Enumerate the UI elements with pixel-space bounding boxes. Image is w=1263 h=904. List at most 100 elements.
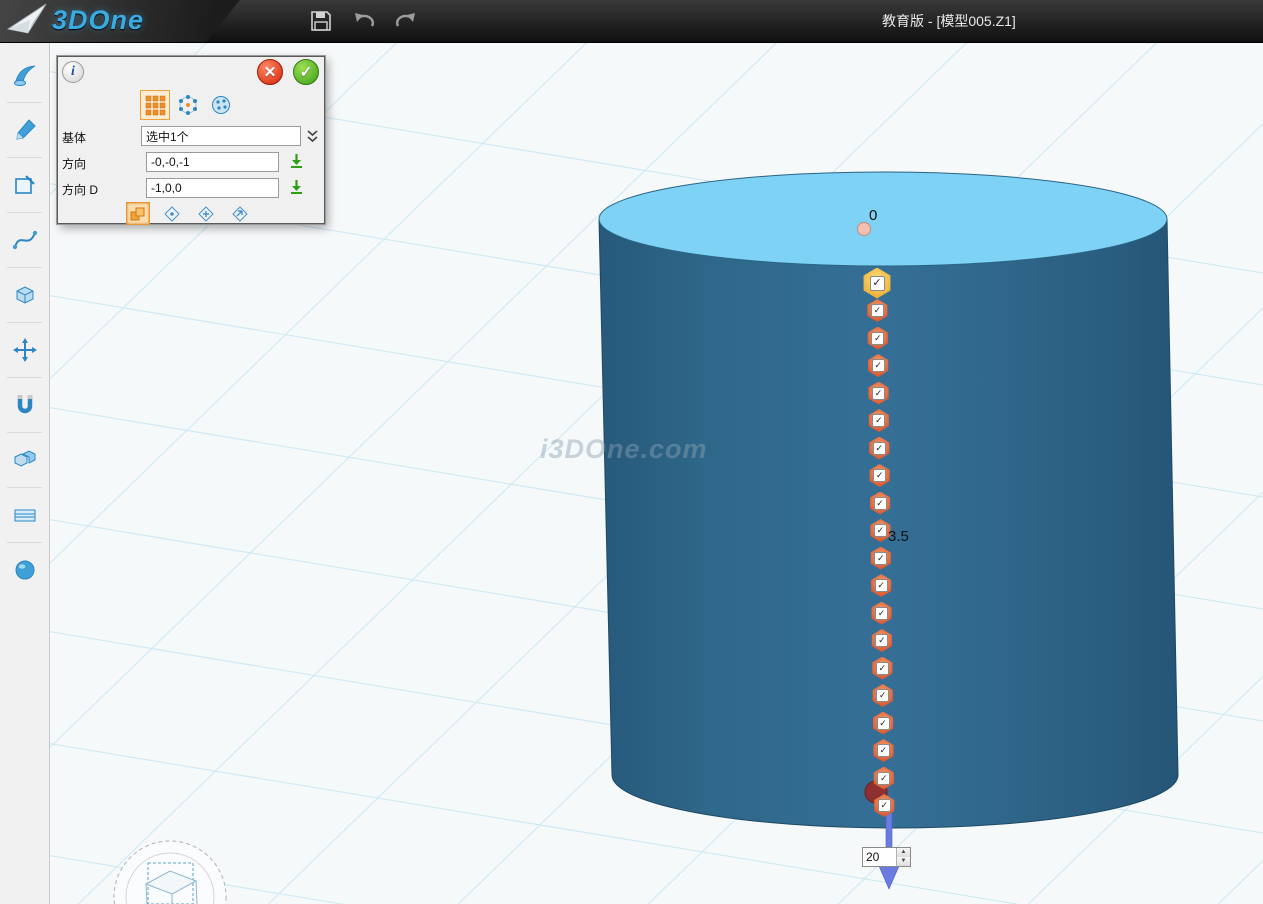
save-icon [309,9,333,33]
view-navigation-ball[interactable] [114,841,226,904]
direction2-input[interactable] [146,178,279,198]
spinner-down-button[interactable]: ▼ [897,857,910,866]
document-title: 教育版 - [模型005.Z1] [882,0,1016,42]
base-field-row: 基体 [58,123,324,149]
divider [7,157,42,158]
assembly-icon [12,447,38,473]
chevron-double-down-icon[interactable] [306,129,319,144]
geometry-pattern-button[interactable] [126,202,150,225]
instance-checkbox: ✓ [874,524,887,537]
pick-direction-icon[interactable] [289,153,304,169]
circular-pattern-icon [177,94,199,116]
cancel-button[interactable] [257,59,283,85]
divider [7,322,42,323]
count-spinner: ▲ ▼ [896,848,910,866]
linear-pattern-button[interactable] [140,90,170,120]
instance-checkbox: ✓ [871,304,884,317]
sidebar-tool-material[interactable] [0,547,49,593]
divider [7,267,42,268]
instance-checkbox: ✓ [877,772,890,785]
brush-icon [12,117,38,143]
sidebar-tool-sketch[interactable] [0,162,49,208]
cylinder-top-face[interactable] [599,172,1167,266]
dialog-footer-icons [126,202,252,225]
direction2-label: 方向 D [62,181,98,198]
instance-checkbox: ✓ [874,497,887,510]
sidebar-tool-brush[interactable] [0,107,49,153]
app-logo: 3DOne [6,2,144,38]
instance-checkbox: ✓ [877,744,890,757]
direction-field-row: 方向 [58,149,324,175]
instance-checkbox: ✓ [874,552,887,565]
base-label: 基体 [62,129,86,146]
sidebar-tool-surface[interactable] [0,52,49,98]
geometry-pattern-icon [129,205,147,223]
diamond-option-icon-1 [163,205,181,223]
move-icon [12,337,38,363]
circular-pattern-button[interactable] [173,90,203,120]
divider [7,432,42,433]
diamond-option-button-3[interactable] [228,202,252,225]
surface-icon [12,62,38,88]
instance-checkbox: ✓ [870,276,885,291]
section-icon [12,502,38,528]
cube-icon [12,282,38,308]
divider [7,102,42,103]
sidebar-tool-section[interactable] [0,492,49,538]
sidebar-tool-assembly[interactable] [0,437,49,483]
save-button[interactable] [306,6,336,36]
application-window: 3DOne 教育版 - [模型005.Z1] [0,0,1263,904]
undo-icon [351,9,377,33]
pick-direction2-icon[interactable] [289,179,304,195]
divider [7,542,42,543]
spinner-up-button[interactable]: ▲ [897,848,910,857]
direction-input[interactable] [146,152,279,172]
confirm-button[interactable] [293,59,319,85]
linear-pattern-icon [144,94,166,116]
titlebar: 3DOne 教育版 - [模型005.Z1] [0,0,1263,43]
paper-plane-icon [6,2,48,38]
instance-checkbox: ✓ [875,607,888,620]
diamond-option-button-1[interactable] [160,202,184,225]
start-point-marker[interactable] [858,223,871,236]
redo-button[interactable] [391,6,421,36]
base-input[interactable] [141,126,301,146]
divider [7,212,42,213]
info-icon[interactable] [62,61,84,83]
instance-checkbox: ✓ [872,414,885,427]
sketch-icon [12,172,38,198]
logo-text: 3DOne [52,5,144,36]
instance-checkbox: ✓ [878,799,891,812]
pattern-type-row [140,90,236,120]
sidebar-tool-primitives[interactable] [0,272,49,318]
undo-button[interactable] [349,6,379,36]
diamond-option-button-2[interactable] [194,202,218,225]
direction2-field-row: 方向 D [58,175,324,201]
sidebar-tool-snap[interactable] [0,382,49,428]
divider [7,487,42,488]
spacing-label: 3.5 [888,528,909,545]
sidebar-tool-spline[interactable] [0,217,49,263]
instance-checkbox: ✓ [876,662,889,675]
pattern-count-input[interactable] [863,848,896,866]
pattern-dialog: 基体 方向 方向 D [57,56,325,224]
instance-checkbox: ✓ [872,359,885,372]
sidebar-tool-move[interactable] [0,327,49,373]
point-pattern-icon [210,94,232,116]
instance-checkbox: ✓ [871,332,884,345]
pattern-count-field: ▲ ▼ [862,847,911,867]
redo-icon [393,9,419,33]
divider [7,377,42,378]
point-pattern-button[interactable] [206,90,236,120]
instance-checkbox: ✓ [875,579,888,592]
instance-checkbox: ✓ [875,634,888,647]
diamond-option-icon-2 [197,205,215,223]
instance-checkbox: ✓ [872,387,885,400]
tool-sidebar [0,42,50,904]
start-distance-label: 0 [869,207,877,224]
instance-checkbox: ✓ [877,717,890,730]
direction-label: 方向 [62,155,86,172]
spline-icon [12,227,38,253]
instance-checkbox: ✓ [873,469,886,482]
instance-checkbox: ✓ [873,442,886,455]
